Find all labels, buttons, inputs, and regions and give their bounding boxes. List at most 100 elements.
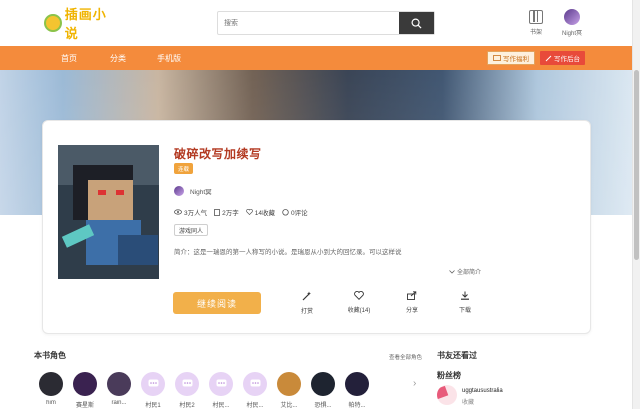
character-name: 赛星斯	[75, 403, 94, 409]
bookshelf-label: 书架	[529, 30, 542, 36]
comments-value: 0评论	[290, 210, 308, 217]
character-name: 村民1	[145, 403, 161, 409]
character-item[interactable]: 恐惧...	[310, 372, 336, 409]
also-read-title: 书友还看过	[437, 351, 477, 360]
search-box	[217, 11, 435, 35]
favorites-value: 14收藏	[254, 210, 275, 217]
heart-icon	[354, 291, 364, 300]
ticket-icon	[493, 55, 501, 61]
writing-welfare-label: 写作福利	[503, 56, 529, 63]
character-item[interactable]: 艾比...	[276, 372, 302, 409]
download-label: 下载	[458, 308, 471, 314]
document-icon	[214, 208, 221, 216]
share-icon	[407, 291, 417, 300]
logo-mark-icon	[44, 14, 62, 32]
character-item[interactable]: 村民...	[208, 372, 234, 409]
writing-backend-label: 写作后台	[554, 56, 580, 63]
character-avatar	[345, 372, 369, 396]
character-avatar	[243, 372, 267, 396]
author-avatar	[174, 186, 184, 196]
site-logo[interactable]: 插画小说	[44, 8, 120, 42]
share-label: 分享	[405, 308, 418, 314]
chevron-down-icon	[449, 269, 455, 274]
popularity-value: 3万人气	[184, 210, 208, 217]
fan-name: uggtausustralia	[462, 388, 503, 394]
search-input[interactable]	[218, 12, 401, 34]
book-title: 破碎改写加续写	[174, 147, 262, 161]
character-avatar	[209, 372, 233, 396]
character-item[interactable]: 村民2	[174, 372, 200, 409]
fan-sub: 收藏	[462, 400, 475, 406]
eye-icon	[174, 209, 182, 215]
book-info-card: 破碎改写加续写 连载 Night冥 3万人气 2万字 14收藏 0评论 游戏同人…	[42, 120, 591, 334]
characters-title: 本书角色	[34, 351, 66, 360]
favorite-label: 收藏(14)	[347, 308, 371, 314]
top-bar: 插画小说 书架 Night冥	[0, 0, 640, 46]
author-link[interactable]: Night冥	[174, 186, 212, 196]
comments-stat: 0评论	[282, 207, 308, 217]
character-avatar	[175, 372, 199, 396]
nav-home[interactable]: 首页	[61, 53, 77, 64]
chat-bubble-icon	[216, 379, 226, 387]
character-name: him	[46, 400, 56, 406]
book-stats: 3万人气 2万字 14收藏 0评论	[174, 207, 315, 217]
view-all-characters-link[interactable]: 查看全部角色	[389, 353, 422, 361]
magic-wand-icon	[302, 291, 311, 301]
characters-next-arrow-icon[interactable]: ›	[413, 378, 416, 389]
bookshelf-icon	[529, 10, 543, 24]
status-badge: 连载	[174, 163, 194, 174]
character-avatar	[73, 372, 97, 396]
show-full-intro-label: 全部简介	[457, 270, 482, 276]
chat-bubble-icon	[182, 379, 192, 387]
download-button[interactable]: 下载	[447, 291, 483, 314]
book-intro: 简介：这是一瑞恩的第一人称写的小说。是瑞恩从小到大的回忆录。可以这样说	[174, 249, 402, 256]
character-avatar	[141, 372, 165, 396]
character-name: 村民...	[212, 403, 230, 409]
character-item[interactable]: 赛星斯	[72, 372, 98, 409]
writing-welfare-button[interactable]: 写作福利	[487, 51, 535, 65]
user-name: Night冥	[561, 31, 582, 37]
scrollbar[interactable]	[632, 0, 640, 409]
main-nav: 首页 分类 手机版 写作福利 写作后台	[0, 46, 640, 70]
nav-category[interactable]: 分类	[110, 53, 126, 64]
favorites-stat: 14收藏	[245, 207, 275, 217]
reward-button[interactable]: 打赏	[289, 291, 325, 315]
fans-title: 粉丝榜	[437, 371, 461, 380]
share-button[interactable]: 分享	[394, 291, 430, 314]
character-item[interactable]: 村民...	[242, 372, 268, 409]
nav-mobile[interactable]: 手机版	[157, 53, 181, 64]
popularity-stat: 3万人气	[174, 207, 207, 217]
user-menu[interactable]: Night冥	[557, 9, 587, 37]
pen-icon	[545, 55, 552, 61]
character-item[interactable]: him	[38, 372, 64, 406]
character-item[interactable]: 村民1	[140, 372, 166, 409]
bookshelf-link[interactable]: 书架	[527, 10, 545, 36]
fan-item[interactable]: uggtausustralia 收藏	[437, 385, 503, 406]
chat-bubble-icon	[148, 379, 158, 387]
favorite-button[interactable]: 收藏(14)	[341, 291, 377, 314]
search-button[interactable]	[399, 12, 434, 34]
character-name: 恐惧...	[314, 403, 332, 409]
genre-tag[interactable]: 游戏同人	[174, 224, 209, 236]
character-avatar	[311, 372, 335, 396]
character-name: 村民2	[179, 403, 195, 409]
search-icon	[411, 18, 422, 29]
continue-reading-button[interactable]: 继续阅读	[173, 292, 261, 314]
show-full-intro[interactable]: 全部简介	[449, 267, 481, 276]
heart-icon	[245, 209, 253, 215]
author-name: Night冥	[190, 189, 212, 196]
character-avatar	[107, 372, 131, 396]
character-item[interactable]: rain...	[106, 372, 132, 406]
download-icon	[461, 291, 469, 300]
comment-icon	[282, 208, 289, 215]
character-avatar	[39, 372, 63, 396]
character-name: 帕特...	[348, 403, 366, 409]
writing-backend-button[interactable]: 写作后台	[540, 51, 585, 65]
scrollbar-thumb[interactable]	[634, 70, 639, 260]
character-name: 村民...	[246, 403, 264, 409]
cover-art	[58, 145, 159, 279]
user-avatar	[564, 9, 580, 25]
character-item[interactable]: 帕特...	[344, 372, 370, 409]
book-cover[interactable]	[58, 145, 159, 279]
reward-label: 打赏	[300, 309, 313, 315]
